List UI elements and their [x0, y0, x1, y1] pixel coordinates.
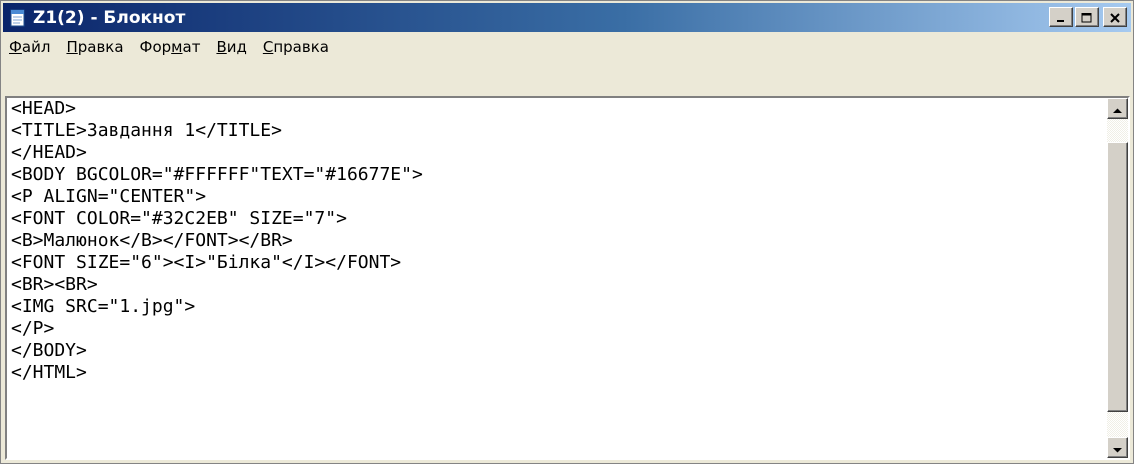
menu-file[interactable]: Файл — [3, 38, 58, 56]
minimize-button[interactable] — [1049, 7, 1073, 27]
text-line: <FONT SIZE="6"><I>"Білка"</I></FONT> — [11, 252, 402, 273]
text-line: <FONT COLOR="#32C2EB" SIZE="7"> — [11, 208, 347, 229]
scroll-up-button[interactable] — [1107, 98, 1128, 119]
window-title: Z1(2) - Блокнот — [33, 7, 186, 28]
scroll-down-button[interactable] — [1107, 437, 1128, 458]
title-bar[interactable]: Z1(2) - Блокнот — [3, 3, 1131, 32]
arrow-up-icon — [1113, 99, 1122, 118]
menu-view[interactable]: Вид — [208, 38, 254, 56]
window-controls — [1047, 7, 1127, 27]
close-icon — [1110, 8, 1120, 27]
maximize-icon — [1081, 8, 1093, 27]
menu-help[interactable]: Справка — [255, 38, 337, 56]
menu-format[interactable]: Формат — [132, 38, 209, 56]
arrow-down-icon — [1113, 438, 1122, 457]
text-line: </HEAD> — [11, 142, 87, 163]
text-editor[interactable]: <HEAD> <TITLE>Завдання 1</TITLE> </HEAD>… — [9, 98, 1106, 458]
text-line: </BODY> — [11, 340, 87, 361]
text-line: <B>Малюнок</B></FONT></BR> — [11, 230, 293, 251]
text-line: </HTML> — [11, 362, 87, 383]
minimize-icon — [1056, 8, 1066, 27]
text-line: <HEAD> — [11, 98, 77, 119]
text-line: <P ALIGN="CENTER"> — [11, 186, 207, 207]
text-line: <IMG SRC="1.jpg"> — [11, 296, 196, 317]
close-button[interactable] — [1103, 7, 1127, 27]
vertical-scrollbar[interactable] — [1107, 98, 1128, 458]
notepad-icon — [9, 9, 27, 27]
text-line: <BR><BR> — [11, 274, 98, 295]
maximize-button[interactable] — [1075, 7, 1099, 27]
editor-frame: <HEAD> <TITLE>Завдання 1</TITLE> </HEAD>… — [5, 96, 1130, 460]
text-line: <BODY BGCOLOR="#FFFFFF"TEXT="#16677E"> — [11, 164, 423, 185]
menu-bar: Файл Правка Формат Вид Справка — [3, 33, 1131, 61]
notepad-window: Z1(2) - Блокнот Файл Правка Формат Вид С… — [0, 0, 1134, 464]
text-line: </P> — [11, 318, 55, 339]
scroll-thumb[interactable] — [1107, 142, 1128, 412]
text-line: <TITLE>Завдання 1</TITLE> — [11, 120, 282, 141]
menu-edit[interactable]: Правка — [58, 38, 131, 56]
